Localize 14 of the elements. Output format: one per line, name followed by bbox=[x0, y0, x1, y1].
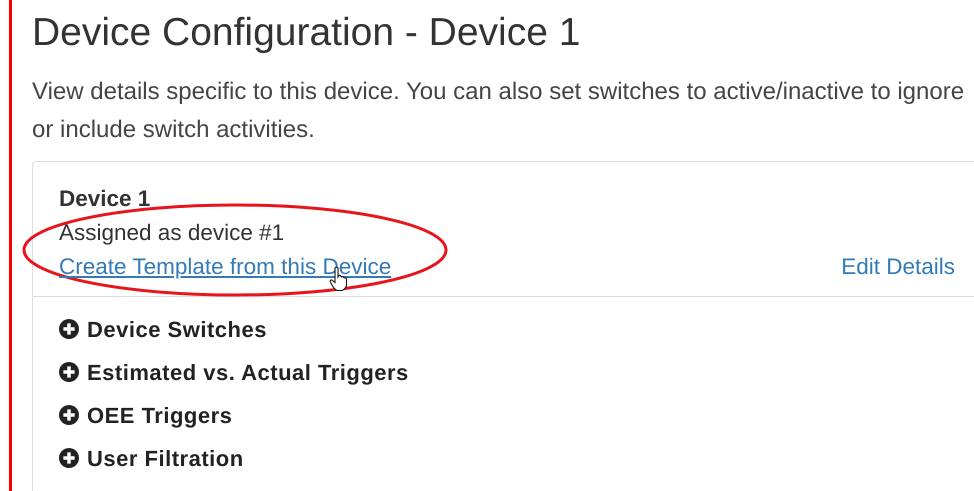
plus-circle-icon bbox=[59, 362, 79, 382]
collapsible-section[interactable]: OEE Triggers bbox=[59, 400, 967, 430]
collapsible-section[interactable]: User Filtration bbox=[59, 444, 967, 473]
plus-circle-icon bbox=[59, 405, 79, 426]
collapsible-section[interactable]: Estimated vs. Actual Triggers bbox=[59, 358, 967, 387]
plus-circle-icon bbox=[59, 448, 79, 468]
create-template-link[interactable]: Create Template from this Device bbox=[59, 250, 392, 284]
page-description: View details specific to this device. You can also set switches to active/inactive to ignore or include switch activities. bbox=[32, 76, 966, 145]
page-title: Device Configuration - Device 1 bbox=[32, 12, 582, 55]
device-name: Device 1 bbox=[59, 184, 152, 213]
device-assignment: Assigned as device #1 bbox=[59, 218, 286, 247]
plus-circle-icon bbox=[59, 319, 79, 340]
edit-details-link[interactable]: Edit Details bbox=[841, 250, 955, 284]
collapsible-section[interactable]: Device Switches bbox=[59, 314, 967, 344]
